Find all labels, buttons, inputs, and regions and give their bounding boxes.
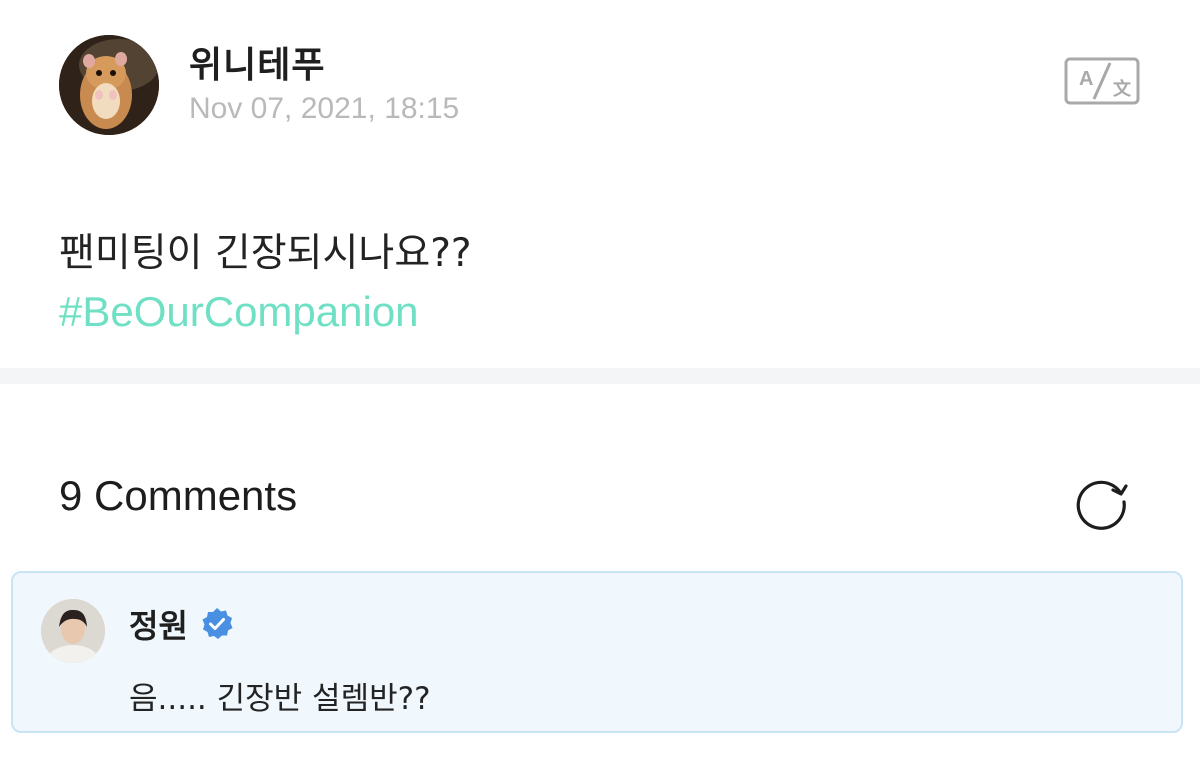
hamster-avatar-icon (59, 35, 159, 135)
refresh-icon (1076, 480, 1128, 530)
comment-text: 음..... 긴장반 설렘반?? (129, 681, 431, 717)
comment-author: 정원 (129, 601, 234, 647)
refresh-button[interactable] (1070, 468, 1132, 530)
section-divider (0, 368, 1200, 384)
person-avatar-icon (41, 599, 105, 663)
post-author-name[interactable]: 위니테푸 (189, 36, 325, 88)
hashtag-link[interactable]: #BeOurCompanion (59, 288, 419, 336)
comment-author-avatar[interactable] (41, 599, 105, 663)
comment-item: 정원 음..... 긴장반 설렘반?? (11, 571, 1183, 733)
comment-author-name[interactable]: 정원 (129, 601, 188, 647)
translate-button[interactable]: A 文 (1064, 55, 1140, 107)
svg-text:A: A (1079, 68, 1093, 90)
translate-icon: A 文 (1064, 57, 1140, 105)
post-card: 위니테푸 Nov 07, 2021, 18:15 A 文 팬미팅이 긴장되시나요… (0, 0, 1200, 368)
svg-text:文: 文 (1113, 78, 1132, 100)
comments-count: 9 Comments (59, 472, 298, 519)
post-body: 팬미팅이 긴장되시나요?? (59, 231, 472, 276)
author-avatar[interactable] (59, 35, 159, 135)
post-timestamp: Nov 07, 2021, 18:15 (189, 92, 460, 125)
verified-badge-icon (202, 608, 233, 639)
